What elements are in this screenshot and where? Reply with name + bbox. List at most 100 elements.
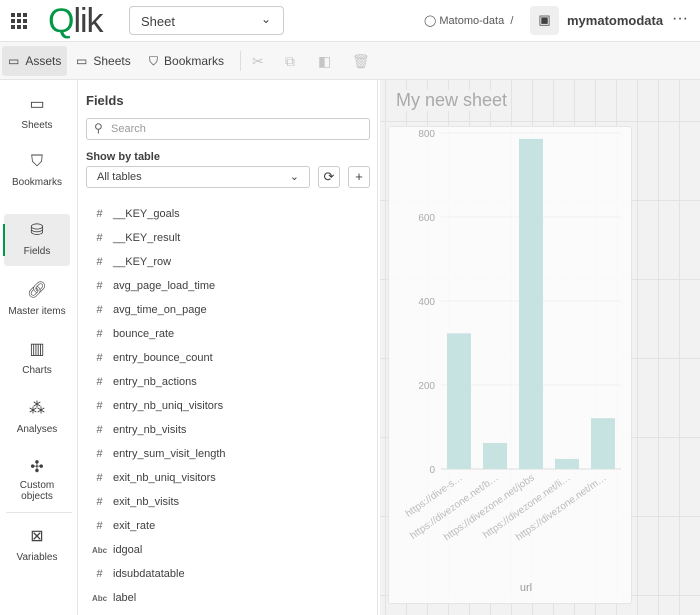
database-icon: ⛁ xyxy=(30,222,44,239)
assets-button[interactable]: ▭ Assets xyxy=(2,46,68,76)
field-item[interactable]: # avg_time_on_page xyxy=(86,298,370,322)
more-menu-icon[interactable]: ··· xyxy=(672,10,688,28)
rail-item-sheets[interactable]: ▭ Sheets xyxy=(4,88,70,140)
fields-panel: Fields ⚲ Search Show by table All tables ⌄… xyxy=(78,80,378,615)
rail-item-charts[interactable]: ▥ Charts xyxy=(4,333,70,385)
numeric-type-icon: # xyxy=(96,280,103,292)
field-name: idgoal xyxy=(113,544,143,556)
panel-icon: ▭ xyxy=(8,54,20,68)
field-name: entry_bounce_count xyxy=(113,352,213,364)
sheets-button[interactable]: ▭ Sheets xyxy=(70,46,137,76)
field-name: __KEY_result xyxy=(113,232,181,244)
rail-label: Variables xyxy=(16,552,58,563)
field-name: label xyxy=(113,592,137,604)
field-name: exit_rate xyxy=(113,520,156,532)
field-item[interactable]: # entry_bounce_count xyxy=(86,346,370,370)
panel-title: Fields xyxy=(86,93,124,108)
chart-svg: 0200400600800https://dive-s…https://dive… xyxy=(404,129,621,594)
numeric-type-icon: # xyxy=(96,424,103,436)
data-manager-button[interactable]: ⟳ xyxy=(318,166,340,188)
rail-label: Custom objects xyxy=(19,480,55,502)
field-item[interactable]: # bounce_rate xyxy=(86,322,370,346)
field-item[interactable]: Abc label xyxy=(86,586,370,610)
numeric-type-icon: # xyxy=(96,520,103,532)
field-name: entry_nb_visits xyxy=(113,424,187,436)
cut-icon[interactable]: ✂ xyxy=(252,53,264,70)
numeric-type-icon: # xyxy=(96,376,103,388)
text-type-icon: Abc xyxy=(91,545,108,555)
app-icon[interactable]: ▣ xyxy=(530,6,559,35)
field-item[interactable]: # entry_nb_visits xyxy=(86,418,370,442)
field-list: # __KEY_goals # __KEY_result # __KEY_row # avg_… xyxy=(86,202,370,610)
app-launcher-icon[interactable] xyxy=(11,13,27,29)
numeric-type-icon: # xyxy=(96,256,103,268)
app-name[interactable]: mymatomodata xyxy=(567,13,663,28)
search-placeholder: Search xyxy=(111,123,146,135)
rail-item-analyses[interactable]: ⁂ Analyses xyxy=(4,392,70,444)
field-item[interactable]: # exit_nb_uniq_visitors xyxy=(86,466,370,490)
qlik-logo[interactable]: Qlik xyxy=(48,2,104,41)
bar-chart[interactable]: 0 200 400 600 800 https://dive-s… https://dive… xyxy=(388,126,632,604)
y-tick-label: 600 xyxy=(418,213,435,224)
field-name: __KEY_goals xyxy=(113,208,180,220)
field-item[interactable]: # entry_sum_visit_length xyxy=(86,442,370,466)
sheet-icon: ▭ xyxy=(76,54,88,68)
analysis-icon: ⁂ xyxy=(29,400,45,417)
field-item[interactable]: # entry_nb_actions xyxy=(86,370,370,394)
y-tick-label: 0 xyxy=(429,465,435,476)
space-breadcrumb[interactable]: ◯ Matomo-data / xyxy=(424,14,513,27)
field-item[interactable]: # exit_nb_visits xyxy=(86,490,370,514)
field-item[interactable]: # exit_rate xyxy=(86,514,370,538)
rail-label: Analyses xyxy=(16,424,58,435)
variable-icon: ⊠ xyxy=(30,528,44,545)
table-select-value: All tables xyxy=(97,171,142,183)
bar xyxy=(519,138,543,469)
table-select[interactable]: All tables ⌄ xyxy=(86,166,310,188)
rail-item-custom-objects[interactable]: ✣ Custom objects xyxy=(4,451,70,507)
numeric-type-icon: # xyxy=(96,352,103,364)
copy-icon[interactable]: ⧉ xyxy=(285,53,295,70)
field-name: exit_nb_uniq_visitors xyxy=(113,472,216,484)
field-name: idsubdatatable xyxy=(113,568,185,580)
x-axis-title: url xyxy=(520,582,532,594)
field-item[interactable]: # __KEY_row xyxy=(86,250,370,274)
refresh-icon: ⟳ xyxy=(323,169,335,184)
assets-label: Assets xyxy=(25,54,62,68)
rail-label: Bookmarks xyxy=(11,177,62,188)
link-icon: 🔗︎ xyxy=(26,282,48,299)
add-data-button[interactable]: + xyxy=(348,166,370,188)
rail-item-bookmarks[interactable]: ⛉ Bookmarks xyxy=(4,147,70,199)
rail-item-variables[interactable]: ⊠ Variables xyxy=(4,520,70,572)
search-input[interactable]: ⚲ Search xyxy=(86,118,370,140)
rail-item-fields[interactable]: ⛁ Fields xyxy=(3,214,70,266)
sheet-selector-label: Sheet xyxy=(141,14,175,29)
field-item[interactable]: Abc idgoal xyxy=(86,538,370,562)
bookmark-icon: ⛉ xyxy=(149,54,159,68)
delete-icon[interactable]: 🗑 xyxy=(352,53,370,70)
rail-item-master-items[interactable]: 🔗︎ Master items xyxy=(4,274,70,326)
rail-label: Fields xyxy=(23,246,51,257)
field-item[interactable]: # idsubdatatable xyxy=(86,562,370,586)
field-name: entry_nb_actions xyxy=(113,376,197,388)
show-by-table-label: Show by table xyxy=(86,151,160,163)
field-item[interactable]: # __KEY_result xyxy=(86,226,370,250)
field-item[interactable]: # __KEY_goals xyxy=(86,202,370,226)
breadcrumb-separator: / xyxy=(510,15,514,27)
field-name: avg_page_load_time xyxy=(113,280,216,292)
field-item[interactable]: # avg_page_load_time xyxy=(86,274,370,298)
numeric-type-icon: # xyxy=(96,400,103,412)
plus-icon: + xyxy=(355,169,363,184)
toolbar: ▭ Assets ▭ Sheets ⛉ Bookmarks ✂ ⧉ ◧ 🗑 xyxy=(0,42,700,80)
sheet-selector[interactable]: Sheet ⌄ xyxy=(129,6,284,35)
field-name: bounce_rate xyxy=(113,328,175,340)
search-icon: ⚲ xyxy=(94,121,103,135)
y-tick-label: 800 xyxy=(418,129,435,140)
text-type-icon: Abc xyxy=(91,593,108,603)
field-item[interactable]: # entry_nb_uniq_visitors xyxy=(86,394,370,418)
bar xyxy=(447,333,471,469)
sheet-title[interactable]: My new sheet xyxy=(396,90,508,111)
duplicate-icon[interactable]: ◧ xyxy=(318,53,331,70)
numeric-type-icon: # xyxy=(96,448,103,460)
y-tick-label: 200 xyxy=(418,381,435,392)
bookmarks-button[interactable]: ⛉ Bookmarks xyxy=(143,46,230,76)
